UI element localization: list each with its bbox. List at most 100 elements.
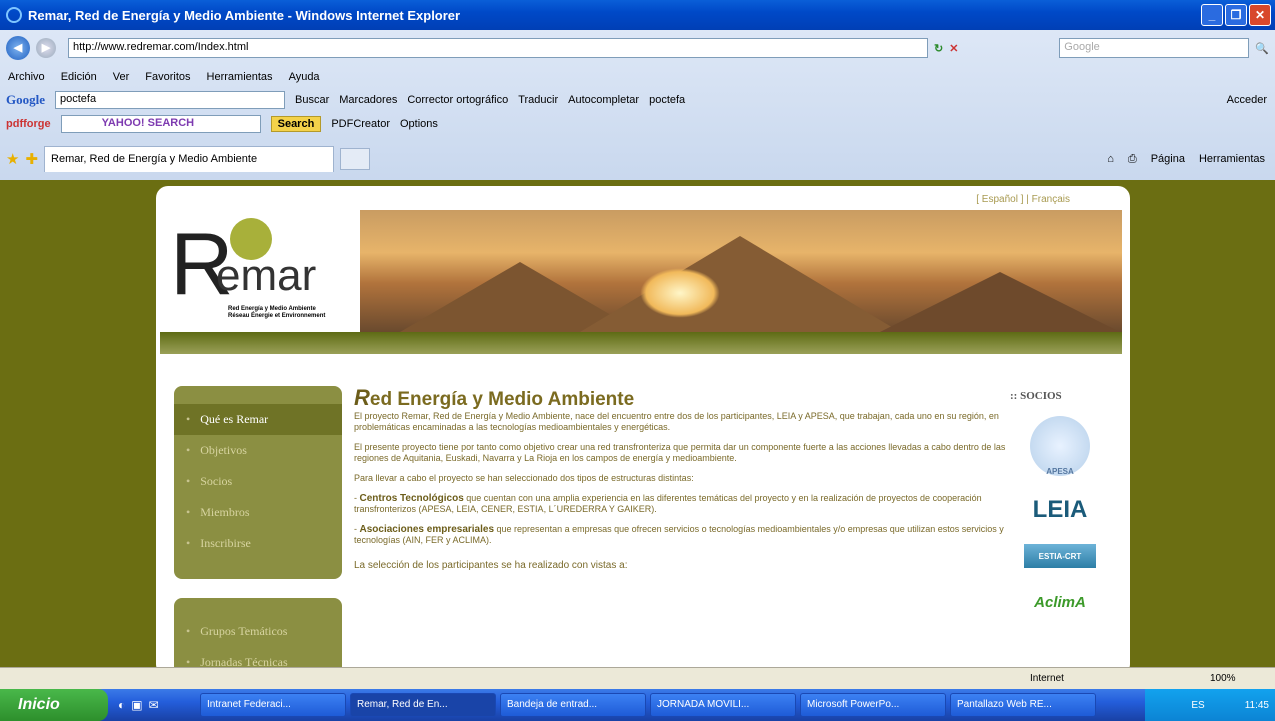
site-card: [ Español ] | Français R emar Red Energí…	[156, 186, 1130, 667]
pdfforge-logo: pdfforge	[6, 118, 51, 130]
favorites-star-icon[interactable]: ★	[6, 150, 19, 168]
taskbar-item-pantallazo[interactable]: Pantallazo Web RE...	[950, 693, 1096, 717]
back-button[interactable]: ◀	[6, 36, 30, 60]
taskbar-item-remar[interactable]: Remar, Red de En...	[350, 693, 496, 717]
title-rest: ed Energía y Medio Ambiente	[369, 389, 635, 410]
menu-bar: Archivo Edición Ver Favoritos Herramient…	[0, 66, 1275, 88]
refresh-icon[interactable]: ↻	[934, 42, 943, 55]
nav-miembros[interactable]: Miembros	[174, 497, 342, 528]
taskbar: Inicio ◐ ▣ ✉ Intranet Federaci... Remar,…	[0, 689, 1275, 721]
taskbar-item-jornada[interactable]: JORNADA MOVILI...	[650, 693, 796, 717]
language-indicator[interactable]: ES	[1191, 700, 1204, 711]
print-icon[interactable]: ⎙	[1128, 153, 1137, 166]
google-search-input[interactable]: poctefa	[55, 91, 285, 109]
menu-edicion[interactable]: Edición	[61, 71, 97, 83]
asociaciones-label: Asociaciones empresariales	[359, 524, 495, 535]
language-switch[interactable]: [ Español ] | Français	[976, 194, 1070, 205]
leia-logo[interactable]: LEIA	[1018, 490, 1102, 530]
sun-glow	[640, 268, 720, 318]
menu-archivo[interactable]: Archivo	[8, 71, 45, 83]
nav-jornadas-tecnicas[interactable]: Jornadas Técnicas	[174, 647, 342, 667]
ie-logo-icon	[6, 7, 22, 23]
window-title: Remar, Red de Energía y Medio Ambiente -…	[28, 7, 461, 23]
page-title: Red Energía y Medio Ambiente	[354, 387, 1014, 410]
zone-internet: Internet	[1030, 673, 1064, 684]
system-tray: ES 11:45	[1145, 689, 1275, 721]
add-favorite-icon[interactable]: ✚	[25, 150, 38, 168]
status-bar: Internet 100%	[0, 667, 1275, 689]
close-button[interactable]: ✕	[1249, 4, 1271, 26]
outlook-quicklaunch-icon[interactable]: ✉	[149, 698, 159, 712]
nav-menu-main: Qué es Remar Objetivos Socios Miembros I…	[174, 386, 342, 579]
nav-grupos-tematicos[interactable]: Grupos Temáticos	[174, 616, 342, 647]
aclima-logo[interactable]: AclimA	[1018, 582, 1102, 622]
socios-panel: :: SOCIOS APESA LEIA ESTIA-CRT AclimA	[1010, 390, 1110, 622]
yahoo-search-input[interactable]: YAHOO! SEARCH	[60, 115, 261, 133]
search-input[interactable]: Google	[1059, 38, 1250, 58]
window-titlebar: Remar, Red de Energía y Medio Ambiente -…	[0, 0, 1275, 30]
site-header: R emar Red Energía y Medio Ambiente Rése…	[160, 210, 1122, 332]
web-page: [ Español ] | Français R emar Red Energí…	[8, 180, 1267, 667]
menu-ayuda[interactable]: Ayuda	[289, 71, 320, 83]
socios-title: :: SOCIOS	[1010, 390, 1062, 402]
minimize-button[interactable]: _	[1201, 4, 1223, 26]
tab-remar[interactable]: Remar, Red de Energía y Medio Ambiente	[44, 146, 335, 172]
ie-quicklaunch-icon[interactable]: ◐	[118, 698, 125, 712]
address-bar: ◀ ▶ http://www.redremar.com/Index.html ↻…	[0, 30, 1275, 66]
google-poctefa[interactable]: poctefa	[649, 94, 685, 106]
paragraph-1: El proyecto Remar, Red de Energía y Medi…	[354, 411, 999, 432]
nav-inscribirse[interactable]: Inscribirse	[174, 528, 342, 559]
logo-subtitle-fr: Réseau Énergie et Environnement	[228, 313, 326, 319]
nav-socios[interactable]: Socios	[174, 466, 342, 497]
start-button[interactable]: Inicio	[0, 689, 108, 721]
options-button[interactable]: Options	[400, 118, 438, 130]
taskbar-item-intranet[interactable]: Intranet Federaci...	[200, 693, 346, 717]
estia-logo[interactable]: ESTIA-CRT	[1024, 544, 1096, 568]
taskbar-item-bandeja[interactable]: Bandeja de entrad...	[500, 693, 646, 717]
taskbar-item-powerpoint[interactable]: Microsoft PowerPo...	[800, 693, 946, 717]
header-band	[160, 332, 1122, 354]
home-icon[interactable]: ⌂	[1107, 153, 1114, 166]
search-icon[interactable]: 🔍	[1255, 42, 1269, 55]
apesa-logo[interactable]: APESA	[1030, 416, 1090, 476]
nav-menu-secondary: Grupos Temáticos Jornadas Técnicas	[174, 598, 342, 667]
google-buscar[interactable]: Buscar	[295, 94, 329, 106]
desktop-quicklaunch-icon[interactable]: ▣	[131, 698, 142, 712]
pdfcreator-button[interactable]: PDFCreator	[331, 118, 390, 130]
main-content: Red Energía y Medio Ambiente El proyecto…	[354, 387, 1014, 580]
stop-icon[interactable]: ✕	[949, 42, 958, 55]
new-tab-button[interactable]	[340, 148, 371, 170]
google-corrector[interactable]: Corrector ortográfico	[407, 94, 508, 106]
tools-menu[interactable]: Herramientas	[1199, 153, 1265, 166]
maximize-button[interactable]: ❐	[1225, 4, 1247, 26]
title-initial: R	[354, 385, 370, 410]
url-input[interactable]: http://www.redremar.com/Index.html	[68, 38, 928, 58]
quick-launch: ◐ ▣ ✉	[112, 698, 196, 712]
header-photo	[360, 210, 1122, 332]
logo-subtitle-es: Red Energía y Medio Ambiente	[228, 306, 316, 312]
page-menu[interactable]: Página	[1151, 153, 1185, 166]
yahoo-search-button[interactable]: Search	[270, 116, 322, 132]
tab-bar: ★ ✚ Remar, Red de Energía y Medio Ambien…	[0, 142, 1275, 176]
google-marcadores[interactable]: Marcadores	[339, 94, 397, 106]
remar-logo[interactable]: R emar Red Energía y Medio Ambiente Rése…	[160, 210, 360, 332]
google-autocompletar[interactable]: Autocompletar	[568, 94, 639, 106]
menu-favoritos[interactable]: Favoritos	[145, 71, 190, 83]
clock: 11:45	[1244, 699, 1269, 711]
paragraph-4: - Centros Tecnológicos que cuentan con u…	[354, 493, 982, 514]
paragraph-2: El presente proyecto tiene por tanto com…	[354, 442, 1006, 463]
nav-que-es-remar[interactable]: Qué es Remar	[174, 404, 342, 435]
nav-objetivos[interactable]: Objetivos	[174, 435, 342, 466]
google-toolbar: Google poctefa Buscar Marcadores Correct…	[0, 88, 1275, 112]
logo-word: emar	[216, 251, 317, 300]
paragraph-6: La selección de los participantes se ha …	[354, 560, 628, 571]
google-traducir[interactable]: Traducir	[518, 94, 558, 106]
zoom-level[interactable]: 100%	[1210, 673, 1236, 684]
menu-herramientas[interactable]: Herramientas	[207, 71, 273, 83]
yahoo-toolbar: pdfforge YAHOO! SEARCH Search PDFCreator…	[0, 112, 1275, 136]
paragraph-3: Para llevar a cabo el proyecto se han se…	[354, 473, 694, 483]
google-acceder[interactable]: Acceder	[1227, 94, 1275, 106]
forward-button[interactable]: ▶	[36, 38, 56, 58]
menu-ver[interactable]: Ver	[113, 71, 130, 83]
paragraph-5: - Asociaciones empresariales que represe…	[354, 524, 1004, 545]
